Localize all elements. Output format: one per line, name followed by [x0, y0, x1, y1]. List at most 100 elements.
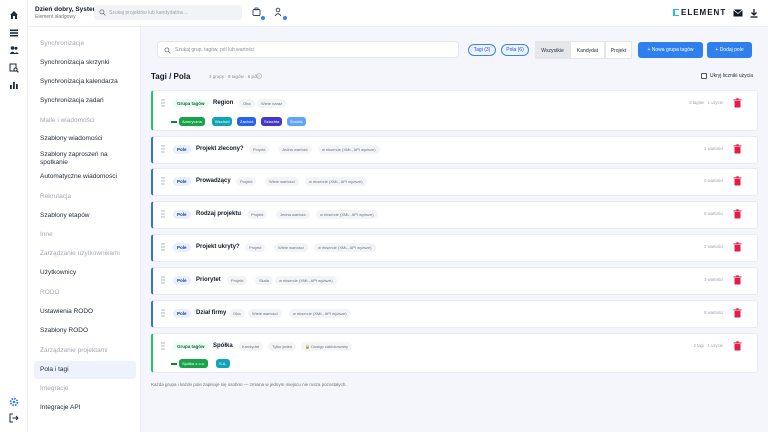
mode-tag: Wiele naraz — [257, 99, 287, 108]
settings-icon[interactable] — [9, 397, 19, 407]
sidebar-section-recruitment: Rekrutacja — [40, 193, 72, 200]
sidebar-item-api-integrations[interactable]: Integracje API — [34, 404, 136, 412]
field-card[interactable]: Pole Projekt zlecony? Projekt Jedna wart… — [151, 136, 758, 164]
sidebar-section-messages: Maile i wiadomości — [40, 117, 95, 124]
filter-fields[interactable]: Pola (6) — [501, 44, 529, 56]
delete-icon[interactable] — [733, 98, 742, 108]
delete-icon[interactable] — [733, 242, 742, 252]
drag-handle-icon[interactable] — [161, 243, 165, 251]
page-title: Tagi / Pola — [151, 72, 191, 81]
mail-icon[interactable] — [733, 9, 743, 17]
drag-handle-icon[interactable] — [161, 342, 165, 350]
plus-badge-icon — [260, 15, 266, 21]
option-chip[interactable]: S.A. — [216, 359, 230, 368]
download-icon[interactable] — [749, 8, 759, 18]
sidebar-item-fields-tags[interactable]: Pola i tagi — [34, 361, 136, 379]
add-candidate-icon[interactable] — [274, 7, 288, 21]
card-name: Priorytet — [196, 277, 221, 283]
usage-count: 8 wartości — [704, 310, 723, 315]
mode-tag: Wiele wartości — [248, 309, 282, 318]
sidebar-item-calendar-sync[interactable]: Synchronizacja kalendarza — [34, 78, 136, 86]
logout-icon[interactable] — [9, 413, 19, 423]
lock-tag-label: Dostęp zablokowany — [311, 344, 349, 349]
segment-candidate[interactable]: Kandydat — [570, 41, 605, 59]
lock-icon: 🔒 — [305, 344, 310, 349]
add-field-button[interactable]: + Dodaj pole — [707, 42, 752, 58]
sidebar-item-mailbox-sync[interactable]: Synchronizacja skrzynki — [34, 59, 136, 67]
tag-group-card[interactable]: Grupa tagów Spółka Kandydat Tylko jeden … — [151, 333, 758, 373]
export-tag: w eksercie (XML, API wyższe) — [318, 145, 380, 154]
global-search[interactable] — [94, 5, 242, 20]
option-chip[interactable]: Wschód — [212, 117, 233, 126]
usage-count: 2 tagi · 1 użycie — [693, 343, 723, 348]
info-icon[interactable] — [256, 73, 262, 79]
sidebar-item-rodo-settings[interactable]: Ustawienia RODO — [34, 308, 136, 316]
sidebar-item-rodo-templates[interactable]: Szablony RODO — [34, 327, 136, 335]
fields-search[interactable] — [157, 41, 459, 58]
hide-counters-checkbox[interactable] — [701, 73, 707, 79]
search-list-icon[interactable] — [9, 63, 19, 73]
delete-icon[interactable] — [733, 209, 742, 219]
element-logo: ELEMENT — [673, 8, 726, 17]
list-icon[interactable] — [9, 28, 19, 38]
delete-icon[interactable] — [733, 308, 742, 318]
chart-icon[interactable] — [9, 80, 19, 90]
sidebar-section-user-mgmt: Zarządzanie użytkownikami — [40, 250, 120, 257]
drag-handle-icon[interactable] — [161, 210, 165, 218]
filter-tags[interactable]: Tagi (3) — [468, 44, 496, 56]
field-card[interactable]: Pole Dział firmy Oba Wiele wartości w ek… — [151, 300, 758, 328]
scope-tag: Oba — [239, 99, 255, 108]
drag-handle-icon[interactable] — [161, 276, 165, 284]
main-content: Tagi (3) Pola (6) Wszystkie Kandydat Pro… — [143, 27, 768, 432]
option-chip[interactable]: Środek — [287, 117, 306, 126]
kind-badge: Pole — [173, 145, 191, 154]
delete-icon[interactable] — [733, 144, 742, 154]
global-search-input[interactable] — [109, 7, 237, 18]
delete-icon[interactable] — [733, 275, 742, 285]
add-project-icon[interactable] — [252, 7, 266, 21]
icon-rail — [0, 0, 28, 432]
sidebar-item-meeting-templates[interactable]: Szablony zaproszeń na spotkanie — [34, 151, 136, 167]
field-card[interactable]: Pole Prowadzący Projekt Wiele wartości w… — [151, 168, 758, 196]
delete-icon[interactable] — [733, 341, 742, 351]
field-card[interactable]: Pole Rodzaj projektu Projekt Jedna warto… — [151, 201, 758, 229]
field-card[interactable]: Pole Priorytet Projekt Skala w eksercie … — [151, 267, 758, 295]
search-icon — [99, 9, 106, 16]
sub-connector — [171, 363, 177, 365]
page-counts: 2 grupy · 8 tagów · 6 pól — [209, 74, 258, 79]
tag-group-card[interactable]: Grupa tagów Region Oba Wiele naraz 6 tag… — [151, 90, 758, 131]
sidebar-item-message-templates[interactable]: Szablony wiadomości — [34, 135, 136, 143]
drag-handle-icon[interactable] — [161, 309, 165, 317]
card-name: Rodzaj projektu — [196, 211, 242, 217]
option-chip[interactable]: Ameryczna — [179, 117, 206, 126]
sidebar-item-stage-templates[interactable]: Szablony etapów — [34, 212, 136, 220]
sidebar-item-task-sync[interactable]: Synchronizacja zadań — [34, 97, 136, 105]
sidebar-section-integrations: Integracje — [40, 385, 69, 392]
sidebar-item-users[interactable]: Użytkownicy — [34, 269, 136, 277]
export-tag: w eksercie (XML, API wyższe) — [305, 177, 367, 186]
drag-handle-icon[interactable] — [161, 99, 165, 107]
scope-tag: Projekt — [249, 145, 270, 154]
delete-icon[interactable] — [733, 176, 742, 186]
usage-count: 5 wartości — [704, 211, 723, 216]
segment-project[interactable]: Projekt — [605, 41, 632, 59]
drag-handle-icon[interactable] — [161, 177, 165, 185]
sidebar-item-auto-messages[interactable]: Automatyczne wiadomości — [34, 173, 136, 181]
card-name: Spółka — [213, 343, 233, 349]
segment-all[interactable]: Wszystkie — [535, 41, 570, 59]
search-icon — [164, 47, 171, 54]
kind-badge: Pole — [173, 276, 191, 285]
option-chip[interactable]: Spółka z o.o. — [179, 359, 209, 368]
new-tag-group-button[interactable]: + Nowa grupa tagów — [638, 42, 703, 58]
scope-tag: Kandydat — [238, 342, 263, 351]
card-name: Projekt ukryty? — [196, 244, 240, 250]
usage-count: 2 wartości — [704, 244, 723, 249]
card-name: Dział firmy — [196, 310, 227, 316]
field-card[interactable]: Pole Projekt ukryty? Projekt Wiele warto… — [151, 234, 758, 262]
home-icon[interactable] — [9, 10, 19, 20]
drag-handle-icon[interactable] — [161, 145, 165, 153]
fields-search-input[interactable] — [175, 45, 455, 55]
users-icon[interactable] — [9, 45, 19, 55]
option-chip[interactable]: Zachód — [237, 117, 257, 126]
option-chip[interactable]: Szlachta — [261, 117, 283, 126]
